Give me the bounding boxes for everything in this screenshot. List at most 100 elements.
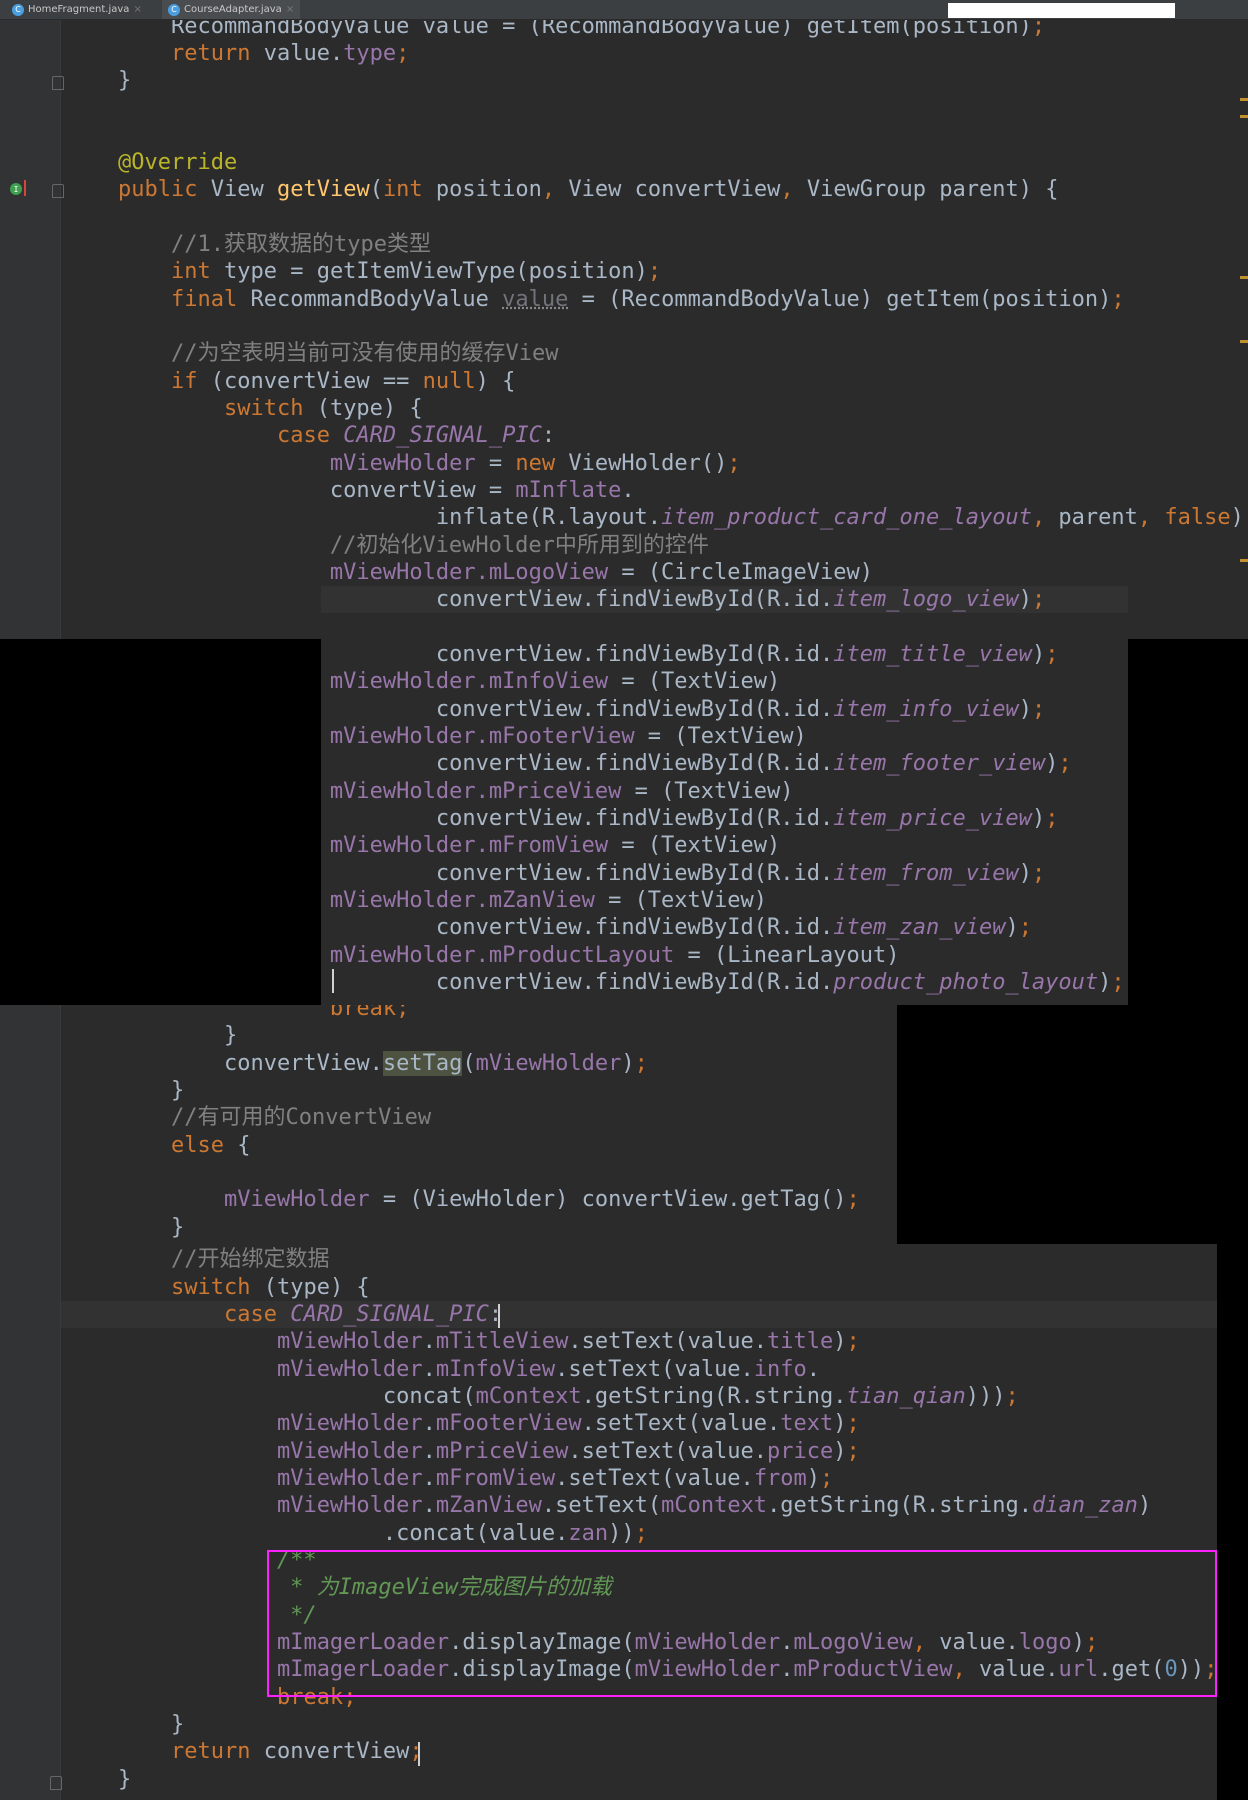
code-line[interactable]: convertView.findViewById(R.id.item_from_…	[321, 860, 1045, 887]
code-line[interactable]: }	[118, 67, 131, 94]
code-line[interactable]: mViewHolder.mZanView = (TextView)	[321, 887, 767, 914]
code-line[interactable]: return convertView;	[118, 1738, 423, 1765]
code-token: ;	[820, 1465, 834, 1491]
code-line[interactable]: else {	[118, 1132, 250, 1159]
code-line[interactable]: mViewHolder.mPriceView.setText(value.pri…	[118, 1438, 860, 1465]
code-line[interactable]: final RecommandBodyValue value = (Recomm…	[118, 286, 1125, 313]
code-line[interactable]: convertView.findViewById(R.id.item_zan_v…	[321, 914, 1032, 941]
code-token: mZanView	[435, 1493, 542, 1519]
code-line[interactable]: case CARD_SIGNAL_PIC:	[118, 1301, 502, 1328]
code-line[interactable]: //为空表明当前可没有使用的缓存View	[118, 340, 558, 367]
code-line[interactable]: .concat(value.zan));	[118, 1520, 648, 1547]
code-line[interactable]: switch (type) {	[118, 395, 423, 422]
code-line[interactable]: mViewHolder.mProductLayout = (LinearLayo…	[321, 942, 900, 969]
fold-icon[interactable]	[52, 184, 64, 198]
code-editor-top[interactable]: I RecommandBodyValue value = (RecommandB…	[0, 0, 1248, 639]
code-line[interactable]: //有可用的ConvertView	[118, 1104, 431, 1131]
code-token: mContext	[661, 1493, 768, 1519]
scroll-marker[interactable]	[1240, 559, 1248, 562]
code-line[interactable]: convertView = mInflate.	[118, 477, 635, 504]
code-line[interactable]: //1.获取数据的type类型	[118, 231, 431, 258]
scroll-marker[interactable]	[1240, 98, 1248, 101]
code-line[interactable]: int type = getItemViewType(position);	[118, 258, 661, 285]
code-line[interactable]: convertView.findViewById(R.id.item_logo_…	[118, 586, 1045, 613]
code-line[interactable]: mViewHolder.mFromView = (TextView)	[321, 832, 780, 859]
code-line[interactable]: mViewHolder.mLogoView = (CircleImageView…	[118, 559, 873, 586]
scroll-marker[interactable]	[1240, 340, 1248, 343]
code-line[interactable]: }	[118, 1766, 131, 1793]
code-editor-bottom[interactable]: } //开始绑定数据 switch (type) { case CARD_SIG…	[0, 1244, 1217, 1800]
code-line[interactable]: mViewHolder = (ViewHolder) convertView.g…	[118, 1186, 860, 1213]
code-line[interactable]: convertView.findViewById(R.id.item_price…	[321, 805, 1059, 832]
code-token: convertView.	[118, 1050, 383, 1076]
code-line[interactable]: convertView.findViewById(R.id.item_info_…	[321, 696, 1045, 723]
code-line[interactable]: //初始化ViewHolder中所用到的控件	[118, 532, 709, 559]
code-token: product_photo_layout	[833, 970, 1099, 996]
code-editor-overlay[interactable]: mViewHolder.mTitleView = (TextView) conv…	[321, 639, 1128, 1005]
code-line[interactable]: }	[118, 1214, 184, 1241]
code-line[interactable]: concat(mContext.getString(R.string.tian_…	[118, 1383, 1019, 1410]
code-token: ;	[1031, 696, 1046, 722]
code-line[interactable]: //开始绑定数据	[118, 1246, 330, 1273]
code-token: .	[422, 1356, 436, 1382]
code-line[interactable]: return value.type;	[118, 40, 409, 67]
code-line[interactable]: mViewHolder = new ViewHolder();	[118, 450, 741, 477]
close-icon[interactable]: ×	[133, 4, 141, 15]
code-token: ) {	[475, 368, 516, 394]
fold-icon[interactable]	[52, 76, 64, 90]
code-line[interactable]: }	[118, 1022, 237, 1049]
code-line[interactable]: break;	[118, 1005, 409, 1022]
tab-course-adapter[interactable]: C CourseAdapter.java ×	[162, 0, 301, 19]
code-token: //为空表明当前可没有使用的缓存View	[118, 341, 559, 367]
code-token: }	[118, 1711, 185, 1737]
close-icon[interactable]: ×	[286, 4, 294, 15]
code-token: item_title_view	[833, 642, 1032, 668]
code-line[interactable]: case CARD_SIGNAL_PIC:	[118, 422, 555, 449]
code-line[interactable]: inflate(R.layout.item_product_card_one_l…	[118, 504, 1248, 531]
code-line[interactable]: convertView.findViewById(R.id.item_title…	[321, 641, 1059, 668]
code-line[interactable]: }	[118, 1077, 184, 1104]
code-token: mViewHolder.mFromView	[329, 833, 609, 859]
code-token: value	[502, 286, 569, 312]
code-line[interactable]: mViewHolder.mPriceView = (TextView)	[321, 778, 794, 805]
code-line[interactable]: @Override	[118, 149, 237, 176]
code-token: case	[223, 1301, 277, 1327]
code-line[interactable]: mViewHolder.mTitleView.setText(value.tit…	[118, 1328, 860, 1355]
code-token: CARD_SIGNAL_PIC	[290, 1301, 489, 1327]
code-line[interactable]: convertView.findViewById(R.id.product_ph…	[321, 969, 1125, 996]
code-line[interactable]: }	[118, 1711, 184, 1738]
code-line[interactable]: mViewHolder.mFromView.setText(value.from…	[118, 1465, 833, 1492]
gutter	[0, 0, 61, 639]
code-token: mViewHolder.mLogoView	[329, 560, 609, 586]
code-token: )	[806, 1465, 821, 1491]
tab-home-fragment[interactable]: C HomeFragment.java ×	[6, 0, 148, 19]
code-line[interactable]: public View getView(int position, View c…	[118, 176, 1058, 203]
scroll-marker[interactable]	[1240, 115, 1248, 118]
code-editor-middle[interactable]: break; } convertView.setTag(mViewHolder)…	[0, 1005, 897, 1244]
code-line[interactable]: mViewHolder.mFooterView = (TextView)	[321, 723, 807, 750]
redacted-area	[948, 3, 1175, 18]
code-line[interactable]: mViewHolder.mZanView.setText(mContext.ge…	[118, 1492, 1151, 1519]
code-token: //有可用的ConvertView	[118, 1105, 432, 1131]
override-icon[interactable]: I	[10, 183, 22, 195]
code-token: {	[223, 1132, 251, 1158]
code-line[interactable]: mViewHolder.mInfoView.setText(value.info…	[118, 1356, 820, 1383]
code-line[interactable]: switch (type) {	[118, 1274, 370, 1301]
code-line[interactable]: convertView.findViewById(R.id.item_foote…	[321, 750, 1072, 777]
code-token: parent	[1045, 505, 1138, 531]
code-token: ;	[396, 40, 410, 66]
code-token: type	[343, 40, 397, 66]
code-token: item_footer_view	[833, 751, 1046, 777]
code-line[interactable]: convertView.setTag(mViewHolder);	[118, 1050, 648, 1077]
code-token: ;	[1244, 505, 1248, 530]
scroll-marker[interactable]	[1240, 276, 1248, 279]
code-line[interactable]: mViewHolder.mFooterView.setText(value.te…	[118, 1410, 860, 1437]
code-token: )	[1005, 915, 1019, 941]
code-token: mViewHolder	[276, 1438, 423, 1464]
code-token: ;	[409, 1739, 423, 1765]
code-token: .setText(value.	[581, 1411, 781, 1437]
code-line[interactable]: mViewHolder.mInfoView = (TextView)	[321, 668, 780, 695]
code-line[interactable]: if (convertView == null) {	[118, 368, 515, 395]
fold-icon[interactable]	[50, 1776, 62, 1790]
